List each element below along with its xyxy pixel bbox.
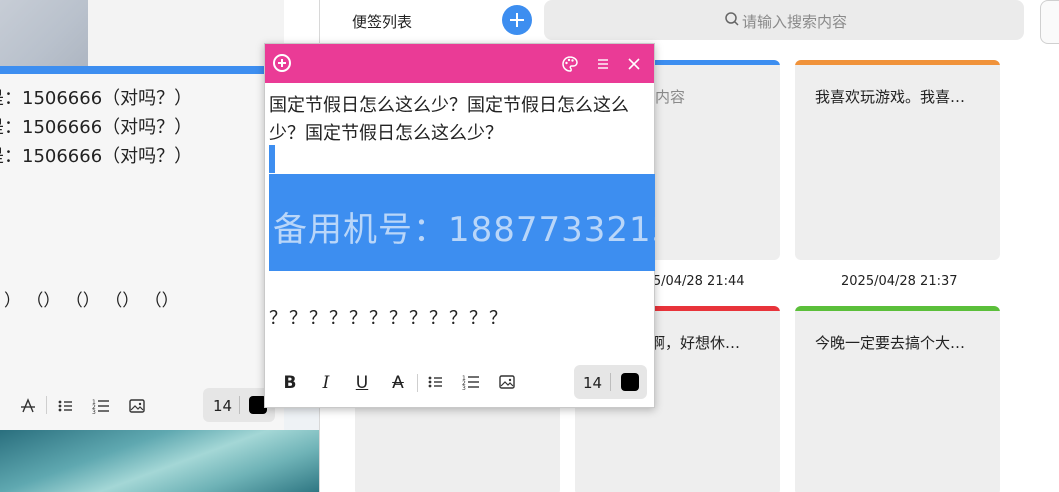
note-date: 2025/04/28 21:37 <box>841 274 958 289</box>
note-preview: 我喜欢玩游戏。我喜… <box>815 88 966 106</box>
desktop-wallpaper-bottom <box>0 430 319 492</box>
page-title: 便签列表 <box>352 13 413 31</box>
bold-button[interactable]: B <box>279 372 301 394</box>
toolbar-separator <box>46 396 47 414</box>
new-note-icon[interactable] <box>273 54 291 72</box>
background-note-line: 是：1506666（对吗？） <box>0 117 193 138</box>
toolbar-separator <box>417 374 418 392</box>
search-input[interactable]: 请输入搜索内容 <box>544 0 1024 40</box>
background-note-line: 是：1506666（对吗？） <box>0 146 193 167</box>
svg-text:3: 3 <box>92 409 96 416</box>
note-color-strip <box>795 306 1000 311</box>
desktop-wallpaper <box>0 0 88 66</box>
note-titlebar <box>265 44 654 83</box>
strikethrough-button[interactable]: A <box>387 372 409 394</box>
background-note-color-bar <box>0 66 284 74</box>
note-card[interactable]: 我喜欢玩游戏。我喜… <box>795 60 1000 260</box>
font-control-separator <box>239 396 240 414</box>
search-icon <box>724 11 740 27</box>
add-note-button[interactable] <box>502 5 532 35</box>
selected-text: 备用机号：18877332134 <box>273 210 655 250</box>
note-preview: 今晚一定要去搞个大… <box>815 334 966 352</box>
font-control[interactable]: 14 <box>574 365 647 399</box>
font-control-separator <box>610 373 611 391</box>
note-color-strip <box>795 60 1000 65</box>
menu-icon[interactable] <box>594 55 612 73</box>
background-window-top <box>88 0 284 66</box>
selected-text-block[interactable]: 备用机号：18877332134 <box>269 174 655 271</box>
palette-icon[interactable] <box>561 55 579 73</box>
font-size-value[interactable]: 14 <box>213 397 232 415</box>
svg-text:3: 3 <box>462 385 466 392</box>
italic-button[interactable]: I <box>315 372 337 394</box>
floating-note-editor: 国定节假日怎么这么少？国定节假日怎么这么少？国定节假日怎么这么少？ 备用机号：1… <box>264 43 655 408</box>
image-icon[interactable] <box>496 372 518 394</box>
close-icon[interactable] <box>625 55 643 73</box>
background-note-line: 是：1506666（对吗？） <box>0 88 193 109</box>
underline-button[interactable]: U <box>351 372 373 394</box>
desktop-wallpaper-edge <box>284 408 319 430</box>
note-body-line[interactable]: ？？？？？？？？？？？？ <box>269 304 509 330</box>
window-edge-panel <box>1040 0 1059 44</box>
search-placeholder: 请输入搜索内容 <box>742 13 848 31</box>
numbered-list-icon[interactable]: 123 <box>460 372 482 394</box>
image-icon[interactable] <box>127 396 147 416</box>
text-cursor <box>269 145 275 173</box>
font-color-swatch[interactable] <box>621 373 639 391</box>
bullet-list-icon[interactable] <box>425 372 447 394</box>
background-note-paren-line: ） （） （） （） （） <box>4 291 179 311</box>
font-size-value[interactable]: 14 <box>583 374 602 392</box>
bullet-list-icon[interactable] <box>56 396 76 416</box>
numbered-list-icon[interactable]: 123 <box>91 396 111 416</box>
strikethrough-icon[interactable] <box>18 396 38 416</box>
background-note-window: 是：1506666（对吗？） 是：1506666（对吗？） 是：1506666（… <box>0 0 284 430</box>
note-card[interactable]: 今晚一定要去搞个大… <box>795 306 1000 492</box>
note-body-text[interactable]: 国定节假日怎么这么少？国定节假日怎么这么少？国定节假日怎么这么少？ <box>269 92 654 148</box>
